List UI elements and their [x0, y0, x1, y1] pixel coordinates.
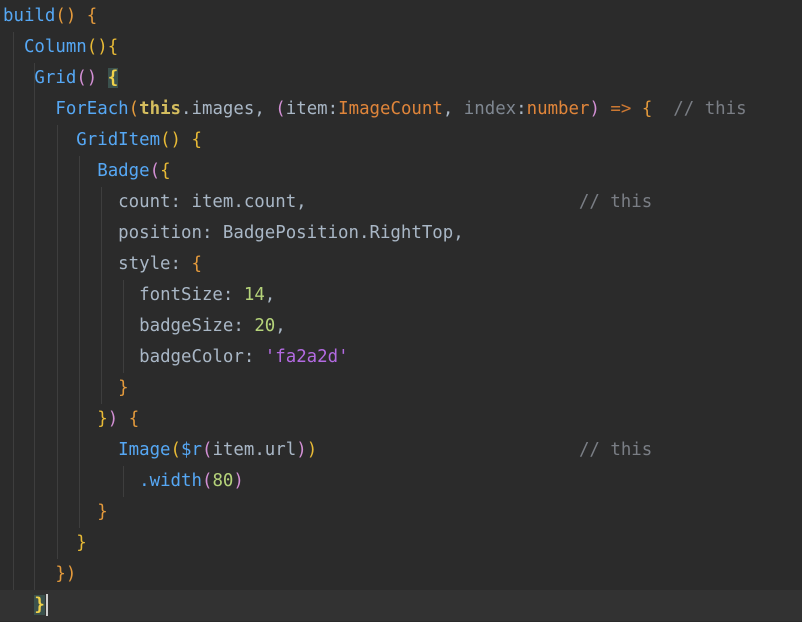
- matched-brace: {: [107, 68, 119, 88]
- comment-count: // this: [578, 192, 653, 212]
- foreach-token: ForEach: [55, 99, 129, 119]
- this-keyword: this: [139, 99, 182, 119]
- code-line-20[interactable]: }: [3, 590, 48, 621]
- current-line-highlight: [0, 590, 802, 621]
- code-line-14[interactable]: }) {: [3, 404, 139, 435]
- code-line-7[interactable]: count: item.count, // this: [3, 187, 652, 218]
- code-line-18[interactable]: }: [3, 528, 86, 559]
- code-line-12[interactable]: badgeColor: 'fa2a2d': [3, 342, 348, 373]
- grid-item-token: GridItem: [76, 130, 161, 150]
- code-editor[interactable]: build() { Column(){ Grid() { ForEach(thi…: [0, 0, 802, 622]
- code-line-16[interactable]: .width(80): [3, 466, 244, 497]
- code-line-2[interactable]: Column(){: [3, 32, 118, 63]
- code-line-9[interactable]: style: {: [3, 249, 202, 280]
- code-line-10[interactable]: fontSize: 14,: [3, 280, 275, 311]
- code-line-11[interactable]: badgeSize: 20,: [3, 311, 286, 342]
- text-cursor: [45, 594, 48, 616]
- code-line-15[interactable]: Image($r(item.url)) // this: [3, 435, 652, 466]
- comment-foreach: // this: [673, 99, 747, 119]
- code-line-8[interactable]: position: BadgePosition.RightTop,: [3, 218, 464, 249]
- build-token: build: [3, 6, 56, 26]
- code-line-19[interactable]: }): [3, 559, 76, 590]
- code-line-3[interactable]: Grid() {: [3, 63, 119, 94]
- code-line-5[interactable]: GridItem() {: [3, 125, 202, 156]
- code-line-1[interactable]: build() {: [3, 1, 97, 32]
- comment-image: // this: [578, 440, 653, 460]
- grid-token: Grid: [34, 68, 77, 88]
- image-token: Image: [118, 440, 171, 460]
- matched-brace-close: }: [34, 595, 45, 615]
- code-line-6[interactable]: Badge({: [3, 156, 170, 187]
- code-line-4[interactable]: ForEach(this.images, (item:ImageCount, i…: [3, 94, 747, 125]
- code-line-13[interactable]: }: [3, 373, 128, 404]
- code-line-17[interactable]: }: [3, 497, 107, 528]
- badge-token: Badge: [97, 161, 150, 181]
- column-token: Column: [23, 37, 87, 57]
